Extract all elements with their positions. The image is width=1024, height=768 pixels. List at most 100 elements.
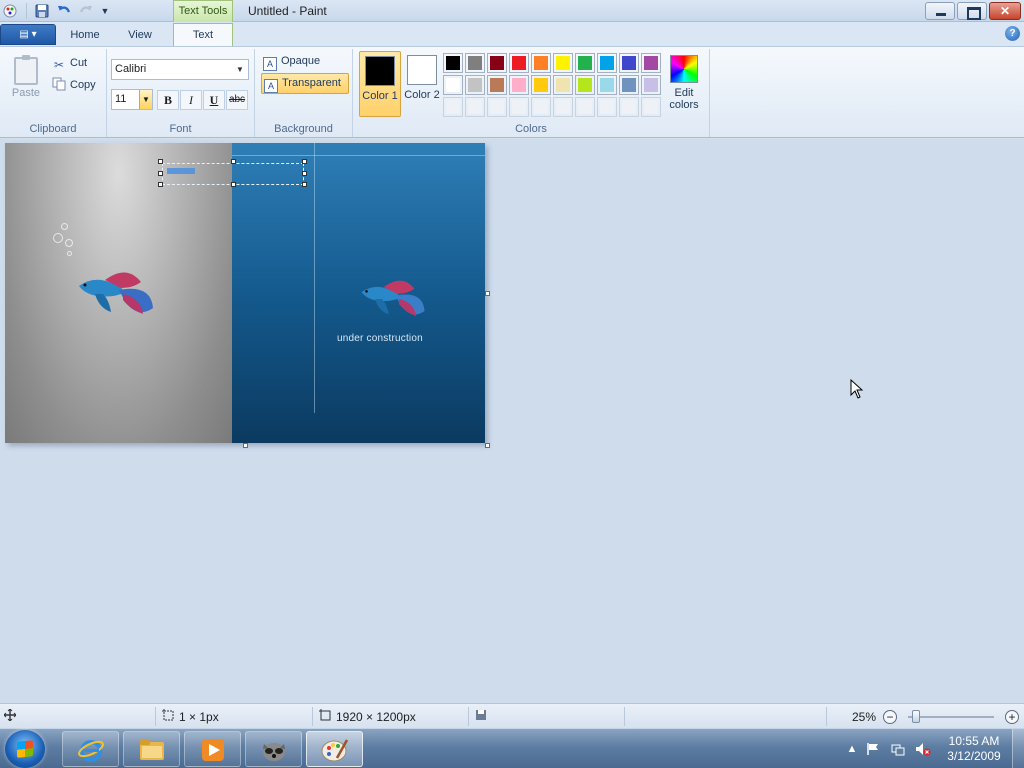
underline-button[interactable]: U [203, 90, 225, 110]
palette-swatch[interactable] [487, 53, 507, 73]
palette-swatch[interactable] [597, 53, 617, 73]
canvas-resize-handle[interactable] [243, 443, 248, 448]
zoom-slider-track[interactable] [908, 716, 994, 718]
start-button[interactable] [5, 730, 45, 768]
custom-color-slot[interactable] [619, 97, 639, 117]
action-center-flag-icon[interactable] [866, 742, 880, 756]
explorer-taskbar-button[interactable] [123, 731, 180, 767]
canvas-workspace[interactable]: under construction [0, 139, 1024, 703]
zoom-in-button[interactable]: + [1005, 710, 1019, 724]
drawing-canvas[interactable]: under construction [5, 143, 485, 443]
opaque-button[interactable]: A Opaque [261, 52, 349, 73]
palette-swatch[interactable] [641, 75, 661, 95]
resize-handle[interactable] [158, 171, 163, 176]
ribbon: Paste ✂ Cut Copy Clipboard Calibri ▼ 11 ▼… [0, 46, 1024, 138]
palette-swatch[interactable] [443, 75, 463, 95]
strikethrough-button[interactable]: abc [226, 90, 248, 110]
tab-home[interactable]: Home [60, 26, 110, 46]
clock-time: 10:55 AM [948, 734, 1000, 748]
divider [826, 707, 827, 726]
custom-color-slot[interactable] [575, 97, 595, 117]
custom-color-slot[interactable] [531, 97, 551, 117]
resize-handle[interactable] [158, 182, 163, 187]
palette-swatch[interactable] [531, 75, 551, 95]
copy-icon [52, 77, 66, 91]
custom-color-slot[interactable] [465, 97, 485, 117]
font-family-dropdown[interactable]: Calibri ▼ [111, 59, 249, 80]
palette-swatch[interactable] [465, 75, 485, 95]
tab-text[interactable]: Text [173, 23, 233, 47]
redo-icon[interactable] [78, 3, 94, 19]
show-hidden-icons-button[interactable]: ▲ [845, 742, 859, 756]
canvas-resize-handle[interactable] [485, 443, 490, 448]
custom-color-slot[interactable] [553, 97, 573, 117]
custom-color-slot[interactable] [443, 97, 463, 117]
resize-handle[interactable] [302, 171, 307, 176]
internet-explorer-taskbar-button[interactable] [62, 731, 119, 767]
save-icon[interactable] [34, 3, 50, 19]
palette-swatch[interactable] [575, 53, 595, 73]
paste-button[interactable]: Paste [6, 53, 46, 109]
color-1-button[interactable]: Color 1 [359, 51, 401, 117]
customize-qat-dropdown-icon[interactable]: ▼ [98, 4, 112, 18]
palette-swatch[interactable] [575, 75, 595, 95]
palette-swatch[interactable] [619, 75, 639, 95]
network-icon[interactable] [891, 742, 905, 756]
betta-fish-icon [79, 272, 153, 314]
raccoon-app-taskbar-button[interactable] [245, 731, 302, 767]
undo-icon[interactable] [56, 3, 72, 19]
divider [468, 707, 469, 726]
palette-swatch[interactable] [465, 53, 485, 73]
palette-swatch[interactable] [509, 75, 529, 95]
maximize-button[interactable] [957, 2, 987, 20]
palette-swatch[interactable] [531, 53, 551, 73]
palette-swatch[interactable] [641, 53, 661, 73]
font-size-value: 11 [115, 93, 127, 105]
palette-swatch[interactable] [619, 53, 639, 73]
transparent-label: Transparent [282, 77, 341, 89]
minimize-button[interactable] [925, 2, 955, 20]
palette-swatch[interactable] [509, 53, 529, 73]
font-size-dropdown[interactable]: 11 ▼ [111, 89, 153, 110]
resize-handle[interactable] [231, 159, 236, 164]
custom-color-slot[interactable] [487, 97, 507, 117]
custom-color-slot[interactable] [641, 97, 661, 117]
tab-view[interactable]: View [114, 26, 166, 46]
show-desktop-button[interactable] [1012, 729, 1024, 768]
edit-colors-button[interactable]: Edit colors [665, 51, 703, 117]
volume-muted-icon[interactable] [915, 742, 931, 756]
custom-color-slot[interactable] [509, 97, 529, 117]
palette-swatch[interactable] [597, 75, 617, 95]
bold-button[interactable]: B [157, 90, 179, 110]
transparent-button[interactable]: A Transparent [261, 73, 349, 94]
clock-date: 3/12/2009 [947, 749, 1001, 763]
custom-color-slot[interactable] [597, 97, 617, 117]
system-clock[interactable]: 10:55 AM 3/12/2009 [946, 734, 1002, 764]
edit-colors-label: Edit colors [669, 87, 699, 111]
resize-handle[interactable] [158, 159, 163, 164]
resize-handle[interactable] [231, 182, 236, 187]
help-icon[interactable]: ? [1005, 26, 1020, 41]
cut-button[interactable]: ✂ Cut [52, 54, 87, 72]
resize-handle[interactable] [302, 159, 307, 164]
palette-swatch[interactable] [443, 53, 463, 73]
italic-button[interactable]: I [180, 90, 202, 110]
status-bar: 1 × 1px 1920 × 1200px 25% − + [0, 703, 1024, 728]
internet-explorer-icon [78, 740, 104, 762]
media-player-taskbar-button[interactable] [184, 731, 241, 767]
color-2-button[interactable]: Color 2 [401, 51, 443, 117]
zoom-slider-thumb[interactable] [912, 710, 920, 723]
palette-swatch[interactable] [553, 75, 573, 95]
palette-swatch[interactable] [487, 75, 507, 95]
resize-handle[interactable] [302, 182, 307, 187]
paint-menu-button[interactable]: ▤ ▾ [0, 24, 56, 45]
zoom-level: 25% [852, 710, 877, 724]
copy-button[interactable]: Copy [52, 76, 96, 94]
paint-app-icon[interactable] [2, 3, 18, 19]
zoom-out-button[interactable]: − [883, 710, 897, 724]
palette-swatch[interactable] [553, 53, 573, 73]
canvas-resize-handle[interactable] [485, 291, 490, 296]
paint-taskbar-button[interactable] [306, 731, 363, 767]
close-button[interactable]: ✕ [989, 2, 1021, 20]
canvas-caption: under construction [337, 333, 423, 344]
